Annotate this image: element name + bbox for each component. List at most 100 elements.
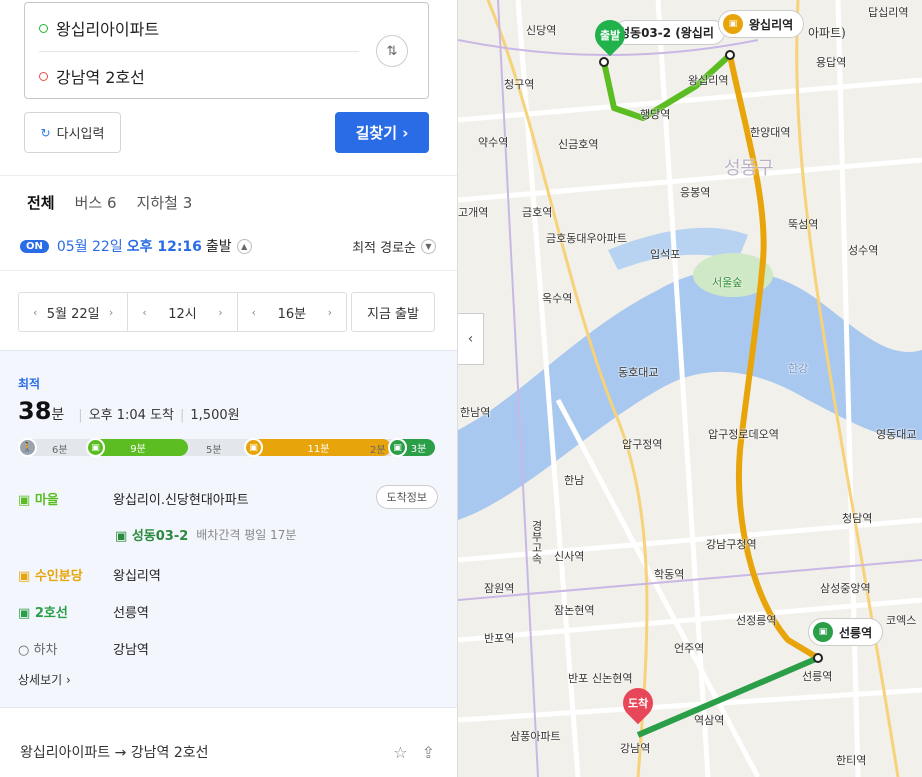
chevron-down-icon: ▼ — [421, 238, 436, 254]
origin-text: 왕십리아이파트 — [56, 20, 160, 39]
share-icon[interactable]: ⇪ — [422, 743, 435, 762]
map-label: 금호동대우아파트 — [546, 232, 627, 245]
map-label: 언주역 — [674, 642, 705, 655]
subway-icon: ▣ — [244, 438, 263, 457]
swap-button[interactable]: ⇅ — [376, 35, 408, 67]
map-label: 성수역 — [848, 244, 879, 257]
subway-icon: ▣ — [388, 438, 407, 457]
next-date-icon[interactable]: › — [109, 306, 113, 319]
map-label: 삼성중앙역 — [820, 582, 871, 595]
map-label: 반포 — [568, 672, 589, 685]
step-place: 강남역 — [113, 643, 149, 658]
map-label: 행당역 — [640, 108, 671, 121]
sort-dropdown[interactable]: 최적 경로순 ▼ — [352, 237, 436, 256]
step-mode-label: 마을 — [34, 493, 59, 508]
map-label: 용답역 — [816, 56, 847, 69]
map-label: 신금호역 — [558, 138, 599, 151]
bus-stop-pill[interactable]: 성동03-2 (왕십리 — [614, 20, 725, 45]
prev-minute-icon[interactable]: ‹ — [252, 306, 256, 319]
tab-subway[interactable]: 지하철 3 — [137, 192, 193, 213]
chevron-left-icon: ‹ — [467, 331, 474, 347]
map-canvas — [458, 0, 922, 777]
route-summary: 38 분 | 오후 1:04 도착 | 1,500원 — [18, 397, 240, 425]
detail-link[interactable]: 상세보기 › — [18, 671, 71, 688]
arrival-info-button[interactable]: 도착정보 — [375, 485, 438, 509]
step-place: 왕십리역 — [113, 569, 161, 584]
prev-date-icon[interactable]: ‹ — [33, 306, 37, 319]
depart-date[interactable]: 05월 22일 — [57, 236, 123, 256]
step-place: 왕십리이.신당현대아파트 — [113, 493, 249, 508]
map-label: 삼풍아파트 — [510, 730, 561, 743]
depart-now-button[interactable]: 지금 출발 — [351, 292, 435, 332]
station-pill-seolleung[interactable]: ▣ 선릉역 — [808, 618, 884, 646]
time-picker: ‹ 5월 22일 › ‹ 12시 › ‹ 16분 › — [18, 292, 347, 332]
destination-field[interactable]: 강남역 2호선 — [39, 53, 145, 99]
map-label: 한남역 — [460, 406, 491, 419]
map-view[interactable]: 신당역 답십리역 용답역 청구역 왕십리역 행당역 한양대역 약수역 신금호역 … — [458, 0, 922, 777]
bus-route-label: 성동03-2 — [131, 529, 189, 544]
find-route-button[interactable]: 길찾기 › — [335, 112, 429, 153]
bus-route-pill-label: 성동03-2 (왕십리 — [619, 26, 714, 40]
walk-segment-label: 5분 — [206, 445, 222, 456]
route-footer: 왕십리아이파트 → 강남역 2호선 ☆ ⇪ — [20, 742, 435, 762]
map-label: 강남구청역 — [706, 538, 757, 551]
field-divider — [39, 51, 359, 52]
tab-all[interactable]: 전체 — [27, 192, 55, 213]
minutes-unit: 분 — [51, 407, 65, 423]
step-mode: ▣ 마을 — [18, 493, 59, 508]
swap-icon: ⇅ — [386, 43, 398, 59]
origin-dot-icon — [39, 23, 48, 33]
origin-field[interactable]: 왕십리아이파트 — [39, 5, 159, 51]
map-label: 신논현역 — [592, 672, 633, 685]
map-label: 한남 — [564, 474, 585, 487]
map-label: 경부고속 — [530, 520, 543, 564]
reset-button[interactable]: ↻ 다시입력 — [24, 112, 121, 153]
step-suin-bundang: ▣ 수인분당 왕십리역 — [18, 565, 438, 584]
transfer-node — [725, 50, 735, 60]
route-result-card[interactable]: 최적 38 분 | 오후 1:04 도착 | 1,500원 🚶 6분 9분 ▣ … — [0, 350, 457, 708]
step-bus: ▣ 마을 왕십리이.신당현대아파트 도착정보 ▣ 성동03-2 배차간격 평일 … — [18, 485, 438, 544]
route-timeline-bar: 🚶 6분 9분 ▣ 5분 11분 ▣ 2분 3분 ▣ — [18, 438, 435, 457]
map-label: 한티역 — [836, 754, 867, 767]
station-pill-wangsimni[interactable]: ▣ 왕십리역 — [718, 10, 805, 38]
station-pill-label: 선릉역 — [839, 625, 873, 640]
next-minute-icon[interactable]: › — [328, 306, 332, 319]
bus-icon: ▣ — [86, 438, 105, 457]
bus-route-number[interactable]: ▣ 성동03-2 — [115, 525, 188, 544]
step-mode-label: 하차 — [33, 643, 58, 658]
date-value: 5월 22일 — [46, 306, 100, 322]
depart-time[interactable]: 오후 12:16 — [127, 236, 202, 256]
on-badge[interactable]: ON — [20, 239, 49, 253]
sort-label: 최적 경로순 — [352, 240, 416, 256]
map-label: 청담역 — [842, 512, 873, 525]
directions-panel: 왕십리아이파트 강남역 2호선 ⇅ ↻ 다시입력 길찾기 › 전체 버스 6 지… — [0, 0, 458, 777]
next-hour-icon[interactable]: › — [218, 306, 222, 319]
map-label: 잠논현역 — [554, 604, 595, 617]
map-label: 선정릉역 — [736, 614, 777, 627]
map-district-label: 성동구 — [724, 158, 774, 179]
total-minutes: 38 — [18, 397, 52, 425]
map-label: 압구정로데오역 — [708, 428, 779, 441]
map-label: 응봉역 — [680, 186, 711, 199]
map-label: 왕십리역 — [688, 74, 729, 87]
tab-bus[interactable]: 버스 6 — [75, 192, 117, 213]
map-label: 청구역 — [504, 78, 535, 91]
end-pin-label: 도착 — [627, 697, 649, 710]
map-label: 코엑스 — [886, 614, 917, 627]
pill-tail-label: 아파트) — [808, 26, 846, 40]
chevron-up-icon[interactable]: ▲ — [236, 238, 252, 254]
station-pill-label: 왕십리역 — [749, 17, 794, 32]
suin-segment-label: 11분 — [307, 444, 330, 455]
map-label: 선릉역 — [802, 670, 833, 683]
separator: | — [180, 408, 185, 423]
step-mode: ○ 하차 — [18, 643, 58, 658]
walk-icon: 🚶 — [18, 438, 37, 457]
map-label: 강남역 — [620, 742, 651, 755]
collapse-panel-button[interactable]: ‹ — [458, 313, 484, 365]
prev-hour-icon[interactable]: ‹ — [142, 306, 146, 319]
star-icon[interactable]: ☆ — [393, 743, 407, 762]
footer-route: 왕십리아이파트 → 강남역 2호선 — [20, 745, 209, 761]
map-label: 뚝섬역 — [788, 218, 819, 231]
line2-segment-label: 3분 — [410, 444, 427, 455]
walk-segment-label: 2분 — [370, 445, 386, 456]
